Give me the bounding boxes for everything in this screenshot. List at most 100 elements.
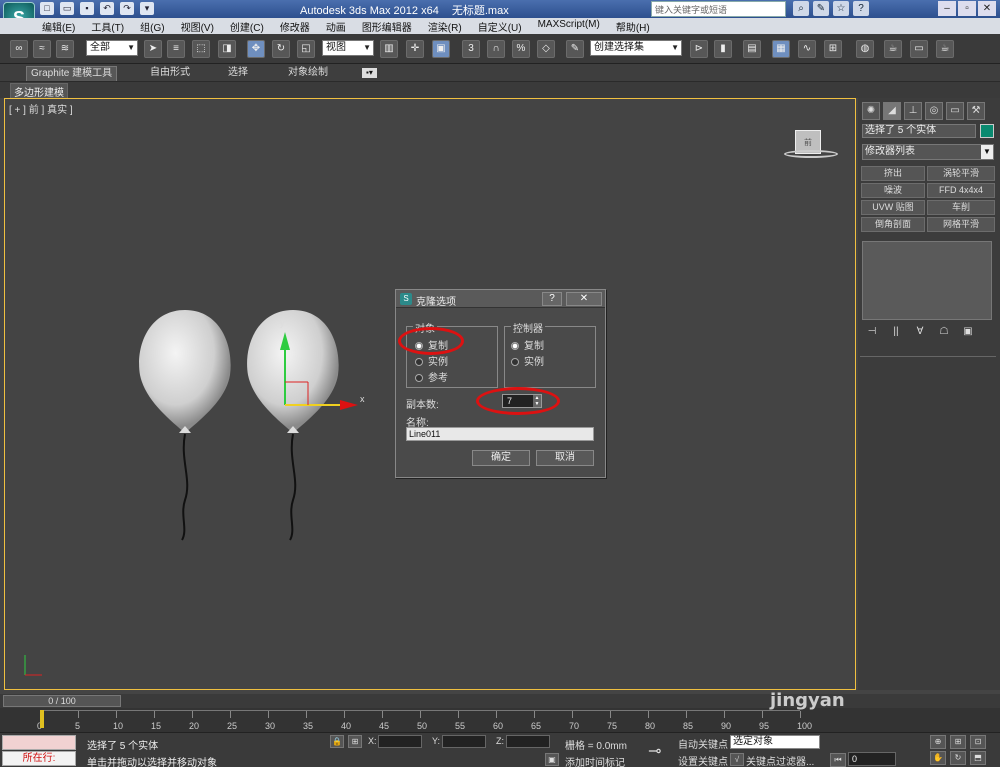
rendered-frame-icon[interactable]: ▭ [910,40,928,58]
go-to-start-icon[interactable]: ⏮ [830,753,846,767]
menu-item-1[interactable]: 工具(T) [91,19,124,34]
binoculars-icon[interactable]: ⌕ [793,1,809,16]
zoom-extents-icon[interactable]: ⊡ [970,735,986,749]
modify-tab-icon[interactable]: ◢ [883,102,901,120]
menu-item-4[interactable]: 创建(C) [230,19,264,34]
modifier-button-0[interactable]: 挤出 [861,166,925,181]
modifier-button-2[interactable]: 噪波 [861,183,925,198]
track-bar[interactable]: 0510152025303540455055606570758085909510… [0,708,1000,732]
set-key-button[interactable]: 设置关键点 [678,753,728,767]
snap-toggle-icon[interactable]: 3 [462,40,480,58]
modifier-stack-view[interactable] [862,241,992,320]
menu-item-8[interactable]: 渲染(R) [428,19,462,34]
align-icon[interactable]: ▮ [714,40,732,58]
pan-icon[interactable]: ✋ [930,751,946,765]
balloon-right[interactable] [247,310,339,541]
timeline-ruler[interactable]: 0510152025303540455055606570758085909510… [37,710,812,731]
select-scale-icon[interactable]: ◱ [297,40,315,58]
viewcube-ring[interactable] [784,150,838,158]
maxscript-listener-mini[interactable] [2,735,76,750]
controller-instance-radio[interactable]: 实例 [511,353,544,368]
modifier-button-4[interactable]: UVW 贴图 [861,200,925,215]
redo-icon[interactable]: ↷ [120,2,134,15]
object-reference-radio[interactable]: 参考 [415,369,448,384]
modifier-button-7[interactable]: 网格平滑 [927,217,995,232]
new-file-icon[interactable]: □ [40,2,54,15]
configure-sets-icon[interactable]: ▣ [960,326,976,340]
select-rotate-icon[interactable]: ↻ [272,40,290,58]
orbit-icon[interactable]: ↻ [950,751,966,765]
motion-tab-icon[interactable]: ◎ [925,102,943,120]
render-production-icon[interactable]: ☕ [936,40,954,58]
dialog-title-bar[interactable]: S 克隆选项 ? ✕ [396,290,605,308]
select-move-icon[interactable]: ✥ [247,40,265,58]
render-setup-icon[interactable]: ☕ [884,40,902,58]
key-filters-button[interactable]: 关键点过滤器... [746,753,814,767]
x-coord-field[interactable] [378,735,422,748]
mirror-icon[interactable]: ⊳ [690,40,708,58]
curve-editor-icon[interactable]: ∿ [798,40,816,58]
balloon-left[interactable] [139,310,231,541]
menu-item-11[interactable]: 帮助(H) [616,19,650,34]
edit-named-selection-icon[interactable]: ✎ [566,40,584,58]
angle-snap-icon[interactable]: ∩ [487,40,505,58]
selection-filter-select[interactable]: 全部 [86,40,138,56]
link-icon[interactable]: ∞ [10,40,28,58]
star-icon[interactable]: ☆ [833,1,849,16]
cancel-button[interactable]: 取消 [536,450,594,466]
key-mode-icon[interactable]: √ [730,753,744,766]
modifier-button-5[interactable]: 车削 [927,200,995,215]
reference-coord-select[interactable]: 视图 [322,40,374,56]
search-input[interactable]: 键入关键字或短语 [651,1,786,17]
menu-item-9[interactable]: 自定义(U) [478,19,522,34]
tab-object-paint[interactable]: 对象绘制 [284,66,332,81]
graphite-toggle-icon[interactable]: ▦ [772,40,790,58]
name-input[interactable]: Line011 [406,427,594,441]
display-tab-icon[interactable]: ▭ [946,102,964,120]
minimize-button[interactable]: – [938,1,956,16]
undo-icon[interactable]: ↶ [100,2,114,15]
ribbon-options-icon[interactable]: ▪▾ [362,68,377,78]
y-coord-field[interactable] [442,735,486,748]
select-by-name-icon[interactable]: ≡ [167,40,185,58]
z-coord-field[interactable] [506,735,550,748]
object-instance-radio[interactable]: 实例 [415,353,448,368]
schematic-view-icon[interactable]: ⊞ [824,40,842,58]
object-color-swatch[interactable] [980,124,994,138]
tab-freeform[interactable]: 自由形式 [146,66,194,81]
maximize-button[interactable]: ▫ [958,1,976,16]
ok-button[interactable]: 确定 [472,450,530,466]
modifier-list-select[interactable]: 修改器列表 [862,144,994,160]
auto-key-button[interactable]: 自动关键点 [678,736,728,751]
menu-item-0[interactable]: 编辑(E) [42,19,75,34]
menu-item-7[interactable]: 图形编辑器 [362,19,412,34]
time-slider-handle[interactable]: 0 / 100 [3,695,121,707]
dialog-help-button[interactable]: ? [542,292,562,306]
selected-object-select[interactable]: 选定对象 [730,735,820,749]
unlink-icon[interactable]: ≈ [33,40,51,58]
modifier-button-1[interactable]: 涡轮平滑 [927,166,995,181]
remove-modifier-icon[interactable]: ☖ [936,326,952,340]
show-end-result-icon[interactable]: || [888,326,904,340]
time-tag-icon[interactable]: ▣ [545,753,559,766]
pin-stack-icon[interactable]: ⊣ [864,326,880,340]
utilities-tab-icon[interactable]: ⚒ [967,102,985,120]
current-frame-marker[interactable] [40,710,44,728]
selection-info-field[interactable]: 选择了 5 个实体 [862,124,976,138]
viewport-label[interactable]: [ + ] 前 ] 真实 ] [9,101,73,116]
menu-item-6[interactable]: 动画 [326,19,346,34]
pivot-center-icon[interactable]: ▥ [380,40,398,58]
current-frame-field[interactable]: 0 [848,752,896,766]
dropdown-arrow-icon[interactable]: ▾ [140,2,154,15]
material-editor-icon[interactable]: ◍ [856,40,874,58]
rect-selection-icon[interactable]: ⬚ [192,40,210,58]
modifier-button-3[interactable]: FFD 4x4x4 [927,183,995,198]
maximize-viewport-icon[interactable]: ⬒ [970,751,986,765]
create-tab-icon[interactable]: ✺ [862,102,880,120]
tab-graphite[interactable]: Graphite 建模工具 [26,66,118,81]
percent-snap-icon[interactable]: % [512,40,530,58]
tools-icon[interactable]: ✎ [813,1,829,16]
layer-manager-icon[interactable]: ▤ [743,40,761,58]
controller-copy-radio[interactable]: 复制 [511,337,544,352]
hierarchy-tab-icon[interactable]: ⊥ [904,102,922,120]
